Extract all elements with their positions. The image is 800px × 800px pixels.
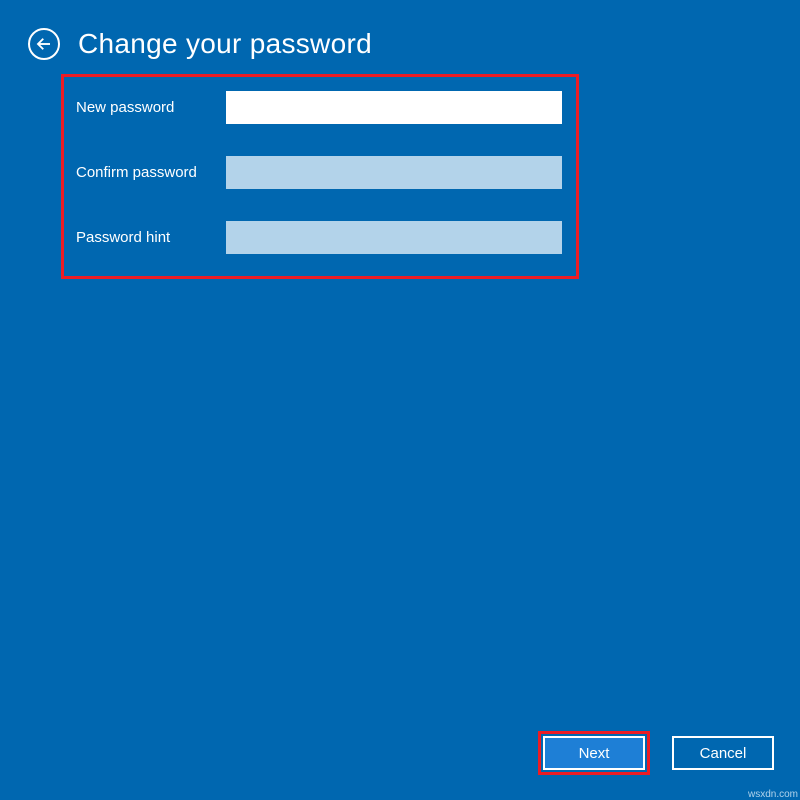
button-bar: Next Cancel	[538, 731, 774, 775]
next-button[interactable]: Next	[543, 736, 645, 770]
new-password-label: New password	[76, 99, 226, 116]
new-password-input[interactable]	[226, 91, 562, 124]
next-button-label: Next	[579, 745, 610, 762]
confirm-password-label: Confirm password	[76, 164, 226, 181]
password-hint-input[interactable]	[226, 221, 562, 254]
confirm-password-input[interactable]	[226, 156, 562, 189]
form-row-confirm-password: Confirm password	[76, 156, 564, 189]
password-form-highlight: New password Confirm password Password h…	[61, 74, 579, 279]
password-hint-label: Password hint	[76, 229, 226, 246]
cancel-button[interactable]: Cancel	[672, 736, 774, 770]
next-button-highlight: Next	[538, 731, 650, 775]
form-row-new-password: New password	[76, 91, 564, 124]
form-row-password-hint: Password hint	[76, 221, 564, 254]
page-title: Change your password	[78, 28, 372, 60]
cancel-button-label: Cancel	[700, 745, 747, 762]
back-icon[interactable]	[28, 28, 60, 60]
watermark: wsxdn.com	[748, 789, 798, 800]
